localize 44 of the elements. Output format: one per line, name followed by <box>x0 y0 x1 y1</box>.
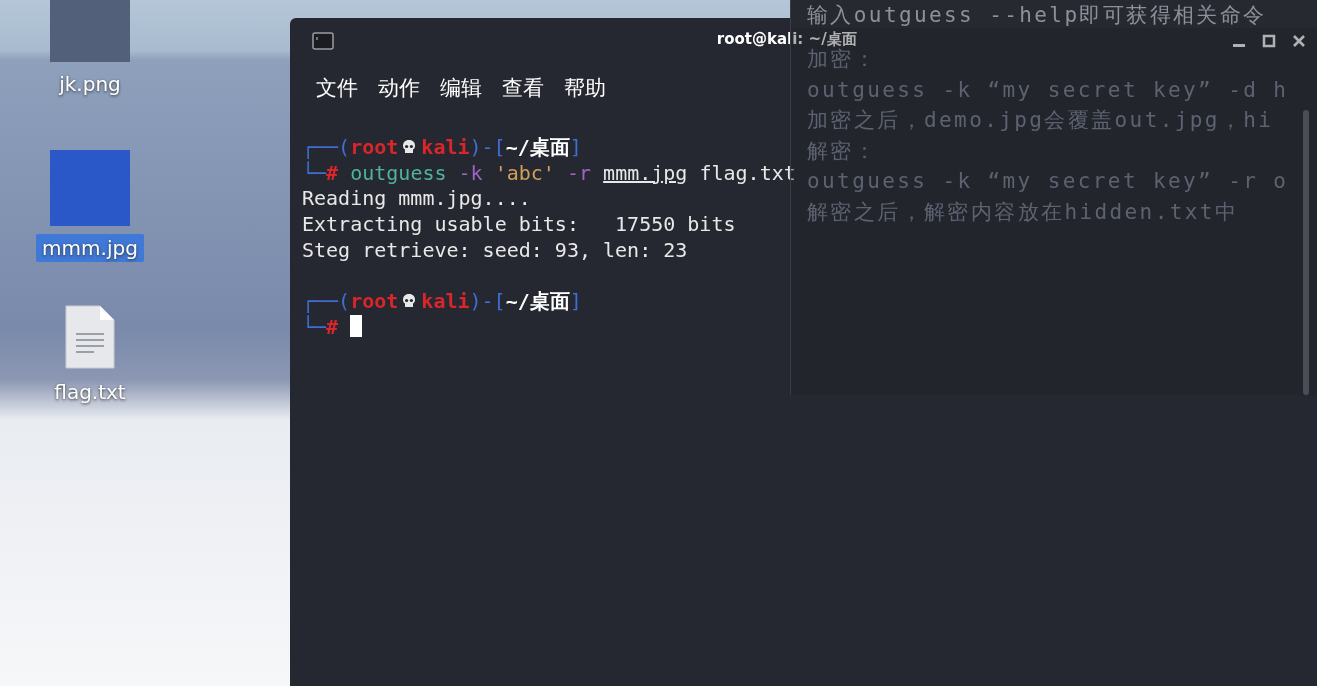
menu-item[interactable]: 帮助 <box>560 74 610 102</box>
command-token: -r <box>566 160 592 185</box>
menu-item[interactable]: 查看 <box>498 74 548 102</box>
skull-icon <box>401 293 418 310</box>
prompt-path: ~/桌面 <box>505 289 570 314</box>
output-text: Extracting usable bits: 17550 bits <box>302 212 736 237</box>
prompt-frame: ┌──( <box>302 135 351 159</box>
output-text: Steg retrieve: seed: 93, len: 23 <box>302 237 688 262</box>
command-token: mmm.jpg <box>603 160 688 185</box>
menu-item[interactable]: 动作 <box>374 74 424 102</box>
menu-item[interactable]: 文件 <box>312 74 362 102</box>
command-token: 'abc' <box>494 160 555 185</box>
prompt-host: kali <box>421 135 470 159</box>
window-title: root@kali: ~/桌面 <box>716 31 857 47</box>
note-text: outguess -k “my secret key” -r o <box>807 171 1289 192</box>
prompt-frame: )-[ <box>469 289 506 314</box>
note-text: 加密之后，demo.jpg会覆盖out.jpg，hi <box>807 110 1274 131</box>
command-token: flag.txt <box>699 160 796 185</box>
prompt-user: root <box>350 135 399 159</box>
prompt-symbol: # <box>326 160 339 185</box>
command-token: outguess <box>350 160 447 185</box>
close-icon[interactable] <box>1291 33 1307 49</box>
skull-icon <box>401 139 418 155</box>
terminal-icon <box>312 32 334 50</box>
menu-item[interactable]: 编辑 <box>436 74 486 102</box>
prompt-symbol: # <box>326 314 339 339</box>
prompt-frame: ┌──( <box>302 289 351 314</box>
note-text: 输入outguess --help即可获得相关命令 <box>791 0 1317 28</box>
note-text: outguess -k “my secret key” -d h <box>807 79 1289 101</box>
text-file-icon <box>64 304 116 370</box>
output-text: Reading mmm.jpg.... <box>302 186 531 211</box>
prompt-frame: └─ <box>302 314 327 339</box>
command-token: -k <box>458 160 483 185</box>
prompt-host: kali <box>421 289 470 314</box>
maximize-icon[interactable] <box>1261 33 1277 49</box>
prompt-frame: )-[ <box>469 135 506 159</box>
note-text: 解密之后，解密内容放在hidden.txt中 <box>807 201 1239 223</box>
prompt-frame: ] <box>569 289 582 314</box>
prompt-path: ~/桌面 <box>505 135 570 159</box>
prompt-frame: └─ <box>302 160 327 185</box>
prompt-user: root <box>350 289 399 314</box>
prompt-frame: ] <box>569 135 582 159</box>
note-text: 解密： <box>807 140 878 162</box>
file-name[interactable]: mmm.jpg <box>36 234 144 262</box>
